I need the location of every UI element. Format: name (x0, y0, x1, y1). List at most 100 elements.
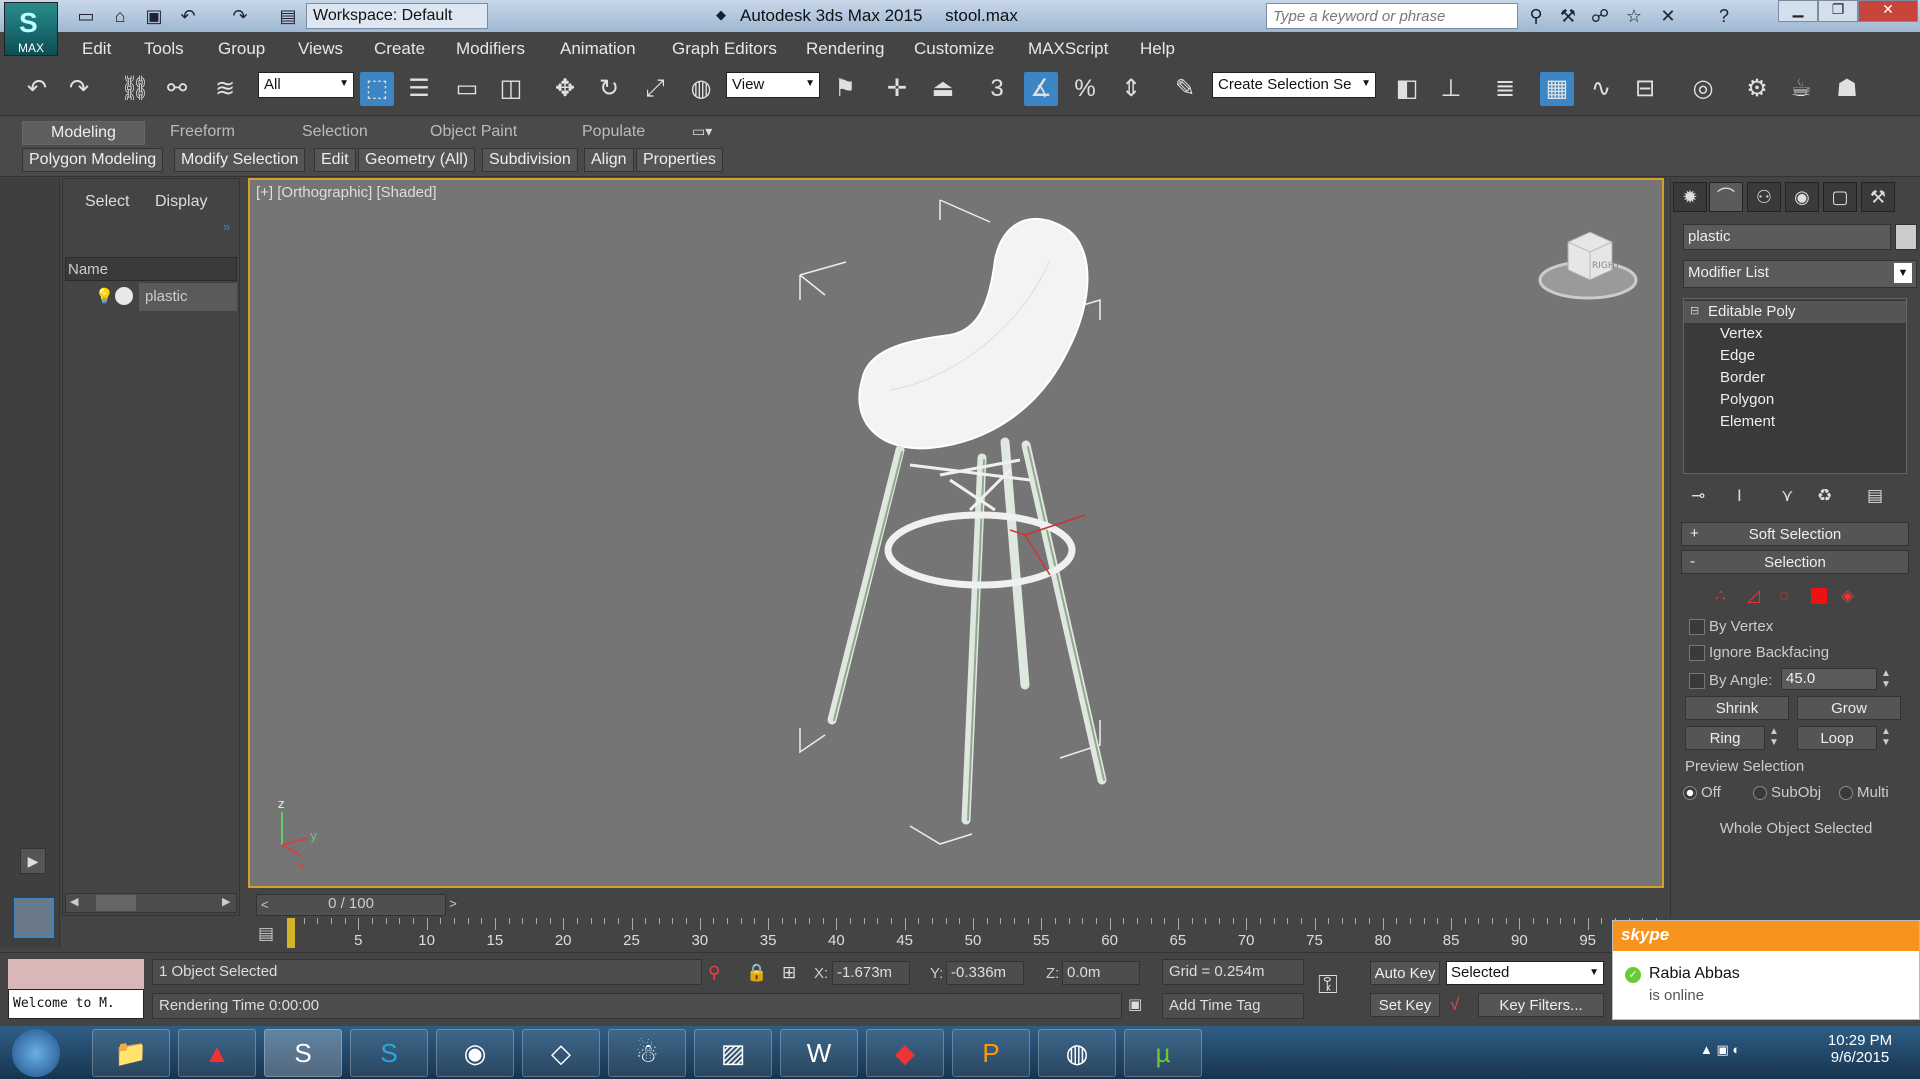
timeline-ruler[interactable]: 5101520253035404550556065707580859095100 (287, 918, 1669, 950)
ribbon-tab-populate[interactable]: Populate (572, 121, 655, 143)
edit-named-selection-icon[interactable]: ✎ (1168, 72, 1202, 106)
rectangular-selection-icon[interactable]: ▭ (450, 72, 484, 106)
panel-polygon-modeling[interactable]: Polygon Modeling (22, 148, 164, 172)
communication-icon[interactable]: ☍ (1588, 4, 1612, 28)
pin-stack-icon[interactable]: ⊸ (1691, 486, 1705, 506)
mirror-icon[interactable]: ◧ (1390, 72, 1424, 106)
panel-geometry-all[interactable]: Geometry (All) (358, 148, 476, 172)
layer-manager-icon[interactable]: ≣ (1488, 72, 1522, 106)
border-mode-icon[interactable]: ◌ (1779, 586, 1789, 606)
curve-editor-icon[interactable]: ∿ (1584, 72, 1618, 106)
ribbon-options-icon[interactable]: ▭▾ (692, 123, 712, 140)
key-filters-button[interactable]: Key Filters... (1478, 993, 1604, 1017)
make-unique-icon[interactable]: ⋎ (1781, 486, 1793, 506)
menu-graph-editors[interactable]: Graph Editors (672, 39, 777, 59)
expand-icon[interactable]: » (223, 219, 230, 234)
next-frame-icon[interactable]: > (444, 896, 462, 914)
stack-item-edge[interactable]: Edge (1720, 347, 1755, 364)
skype-taskbar-icon[interactable]: S (350, 1029, 428, 1077)
start-button[interactable] (12, 1029, 60, 1077)
select-object-icon[interactable]: ⬚ (360, 72, 394, 106)
character-app-taskbar-icon[interactable]: ☃ (608, 1029, 686, 1077)
utorrent-taskbar-icon[interactable]: µ (1124, 1029, 1202, 1077)
previous-frame-icon[interactable]: < (261, 897, 269, 912)
preview-multi-radio[interactable]: Multi (1837, 784, 1889, 801)
play-icon[interactable]: ▶ (20, 848, 46, 874)
bind-spacewarp-icon[interactable]: ≋ (208, 72, 242, 106)
viewport-layout-icon[interactable] (14, 898, 54, 938)
utilities-tab-icon[interactable]: ⚒ (1861, 182, 1895, 212)
preview-subobj-radio[interactable]: SubObj (1751, 784, 1821, 801)
display-tab-icon[interactable]: ▢ (1823, 182, 1857, 212)
workspace-dropdown[interactable]: Workspace: Default (306, 3, 488, 29)
viewcube[interactable]: RIGHT (1538, 231, 1638, 300)
select-by-name-icon[interactable]: ☰ (402, 72, 436, 106)
scroll-left-icon[interactable]: ◀ (70, 895, 78, 908)
new-file-icon[interactable]: ▭ (74, 4, 98, 28)
redo-icon[interactable]: ↷ (62, 72, 96, 106)
search-input[interactable]: Type a keyword or phrase (1266, 3, 1518, 29)
selection-rollout[interactable]: - Selection (1681, 550, 1909, 574)
scale-icon[interactable]: ⤢ (638, 72, 672, 106)
help-icon[interactable]: ? (1712, 4, 1736, 28)
isolate-pin-icon[interactable]: ⚲ (708, 963, 720, 983)
absolute-mode-icon[interactable]: ⊞ (782, 963, 796, 983)
angle-snap-icon[interactable]: ∡ (1024, 72, 1058, 106)
panel-edit[interactable]: Edit (314, 148, 356, 172)
object-color-swatch[interactable] (1895, 224, 1917, 250)
auto-key-button[interactable]: Auto Key (1370, 961, 1440, 985)
3dsmax-taskbar-icon[interactable]: S (264, 1029, 342, 1077)
object-name-field[interactable]: plastic (1683, 224, 1891, 250)
place-icon[interactable]: ◍ (684, 72, 718, 106)
stack-item-border[interactable]: Border (1720, 369, 1765, 386)
rotate-icon[interactable]: ↻ (592, 72, 626, 106)
explorer-taskbar-icon[interactable]: 📁 (92, 1029, 170, 1077)
set-key-curve-icon[interactable]: √ (1450, 995, 1459, 1015)
save-icon[interactable]: ▣ (142, 4, 166, 28)
scene-scrollbar[interactable]: ◀ ▶ (65, 893, 237, 913)
element-mode-icon[interactable]: ◈ (1841, 586, 1854, 606)
motion-tab-icon[interactable]: ◉ (1785, 182, 1819, 212)
remove-modifier-icon[interactable]: ♻ (1817, 486, 1832, 506)
stack-item-element[interactable]: Element (1720, 413, 1775, 430)
redo-icon[interactable]: ↷ (228, 4, 252, 28)
align-icon[interactable]: ⊥ (1434, 72, 1468, 106)
reference-coordinate-dropdown[interactable]: View (726, 72, 820, 98)
ribbon-tab-object-paint[interactable]: Object Paint (420, 121, 527, 143)
favorites-star-icon[interactable]: ☆ (1622, 4, 1646, 28)
panel-modify-selection[interactable]: Modify Selection (174, 148, 306, 172)
scene-tab-display[interactable]: Display (155, 193, 207, 211)
selection-lock-icon[interactable]: 🔒 (746, 963, 767, 983)
hierarchy-tab-icon[interactable]: ⚇ (1747, 182, 1781, 212)
light-bulb-icon[interactable]: 💡 (95, 287, 114, 305)
viewport-orthographic[interactable]: [+] [Orthographic] [Shaded] z y x RIGHT (248, 178, 1664, 888)
vertex-mode-icon[interactable]: ∴ (1715, 586, 1726, 606)
menu-create[interactable]: Create (374, 39, 425, 59)
grow-button[interactable]: Grow (1797, 696, 1901, 720)
panel-align[interactable]: Align (584, 148, 634, 172)
link-icon[interactable]: ⛓ (118, 72, 152, 106)
menu-animation[interactable]: Animation (560, 39, 636, 59)
modifier-list-dropdown[interactable]: Modifier List ▼ (1683, 260, 1917, 288)
subscription-icon[interactable]: ⚒ (1556, 4, 1580, 28)
polygon-mode-icon[interactable] (1811, 588, 1827, 604)
ribbon-tab-selection[interactable]: Selection (292, 121, 378, 143)
open-file-icon[interactable]: ⌂ (108, 4, 132, 28)
pivot-center-icon[interactable]: ⚑ (828, 72, 862, 106)
menu-rendering[interactable]: Rendering (806, 39, 884, 59)
show-end-result-icon[interactable]: Ι (1737, 486, 1742, 506)
spinner-snap-icon[interactable]: ⇕ (1114, 72, 1148, 106)
menu-customize[interactable]: Customize (914, 39, 994, 59)
stack-item-polygon[interactable]: Polygon (1720, 391, 1774, 408)
ring-button[interactable]: Ring (1685, 726, 1765, 750)
application-button[interactable]: S MAX (4, 2, 58, 56)
maximize-button[interactable]: ❐ (1818, 0, 1858, 22)
stack-item-vertex[interactable]: Vertex (1720, 325, 1763, 342)
material-editor-icon[interactable]: ◎ (1686, 72, 1720, 106)
maxscript-mini-listener[interactable]: Welcome to M. (8, 989, 144, 1019)
soft-selection-rollout[interactable]: + Soft Selection (1681, 522, 1909, 546)
modify-tab-icon[interactable]: ⌒ (1709, 182, 1743, 212)
name-column-header[interactable]: Name (65, 257, 237, 281)
time-slider[interactable]: < 0 / 100 (256, 894, 446, 916)
menu-help[interactable]: Help (1140, 39, 1175, 59)
